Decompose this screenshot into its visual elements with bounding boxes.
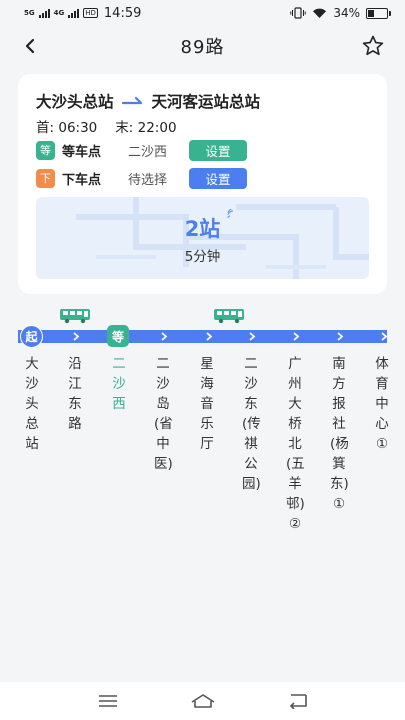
status-left: 5G 4G HD 14:59 [24, 6, 141, 21]
station-name[interactable]: 南方报社(杨箕东)① [330, 354, 349, 514]
station-name[interactable]: 二沙岛(省中医) [154, 354, 173, 474]
home-button[interactable] [187, 688, 219, 714]
alight-tag: 下 [36, 168, 55, 188]
signal-bars-icon [38, 8, 50, 18]
service-hours: 首: 06:30 末: 22:00 [36, 116, 177, 136]
header: 89路 [0, 26, 405, 66]
eta-stops: 2站 [184, 217, 221, 241]
wait-stop-value: 二沙西 [128, 144, 168, 160]
hd-voice-badge: HD [83, 8, 98, 18]
direction-chevron-icon [202, 330, 215, 343]
wait-station-badge: 等 [107, 325, 129, 347]
back-button[interactable] [18, 34, 42, 58]
home-icon [191, 694, 214, 708]
direction-chevron-icon [245, 330, 258, 343]
set-wait-stop-button[interactable]: 设置 [189, 139, 247, 161]
direction-chevron-icon [157, 330, 170, 343]
wait-stop-row: 等 等车点 二沙西 设置 [36, 139, 247, 161]
wait-tag: 等 [36, 140, 55, 160]
last-bus-label: 末: [115, 120, 134, 136]
status-time: 14:59 [103, 5, 142, 21]
bus-icon[interactable] [59, 308, 91, 324]
signal-bars-icon [68, 8, 80, 18]
signal-5g-label: 5G [24, 8, 35, 17]
direction-chevron-icon [69, 330, 82, 343]
station-name[interactable]: 星海音乐厅 [198, 354, 216, 454]
direction-chevron-icon [333, 330, 346, 343]
direction-chevron-icon [289, 330, 302, 343]
back-nav-button[interactable] [282, 688, 314, 714]
last-bus: 末: 22:00 [115, 116, 176, 136]
status-right: 34% [290, 6, 391, 20]
menu-button[interactable] [92, 688, 124, 714]
eta-minutes: 5分钟 [184, 249, 221, 265]
wait-stop-label: 等车点 [62, 144, 102, 160]
start-station-badge: 起 [20, 325, 43, 348]
last-bus-time: 22:00 [137, 120, 177, 136]
first-bus-time: 06:30 [58, 120, 98, 136]
chevron-left-icon [25, 38, 35, 54]
system-nav-bar [0, 682, 405, 720]
route-direction: 大沙头总站 天河客运站总站 [36, 90, 260, 112]
station-name[interactable]: 体育中心① [373, 354, 391, 454]
destination-station: 天河客运站总站 [151, 93, 261, 111]
star-icon [362, 35, 384, 56]
menu-icon [98, 695, 117, 707]
direction-arrow-icon [121, 96, 142, 105]
alight-stop-row: 下 下车点 待选择 设置 [36, 167, 247, 189]
battery-percent: 34% [333, 6, 360, 20]
station-name[interactable]: 二沙东(传祺公园) [242, 354, 261, 494]
favorite-button[interactable] [359, 32, 387, 60]
station-name[interactable]: 沿江东路 [66, 354, 84, 434]
station-name[interactable]: 二沙西 [110, 354, 128, 414]
route-info-card: 大沙头总站 天河客运站总站 首: 06:30 末: 22:00 等 等车点 二沙… [18, 74, 387, 294]
status-bar: 5G 4G HD 14:59 34% [0, 0, 405, 26]
bus-icon[interactable] [213, 308, 245, 324]
signal-4g-label: 4G [53, 8, 65, 17]
direction-chevron-icon [377, 330, 390, 343]
alight-stop-value: 待选择 [128, 172, 168, 188]
station-name[interactable]: 大沙头总站 [23, 354, 41, 454]
first-bus: 首: 06:30 [36, 116, 97, 136]
vibrate-icon [290, 7, 307, 19]
station-name[interactable]: 广州大桥北(五羊邨)② [286, 354, 305, 534]
eta-panel[interactable]: 2站 5分钟 [36, 197, 369, 279]
wifi-icon [313, 8, 327, 18]
alight-stop-label: 下车点 [62, 172, 102, 188]
battery-icon [366, 7, 391, 19]
back-arrow-icon [289, 694, 307, 709]
first-bus-label: 首: [36, 120, 55, 136]
live-signal-icon [227, 209, 234, 219]
origin-station: 大沙头总站 [36, 93, 114, 111]
page-title: 89路 [180, 37, 225, 58]
set-alight-stop-button[interactable]: 设置 [189, 167, 247, 189]
